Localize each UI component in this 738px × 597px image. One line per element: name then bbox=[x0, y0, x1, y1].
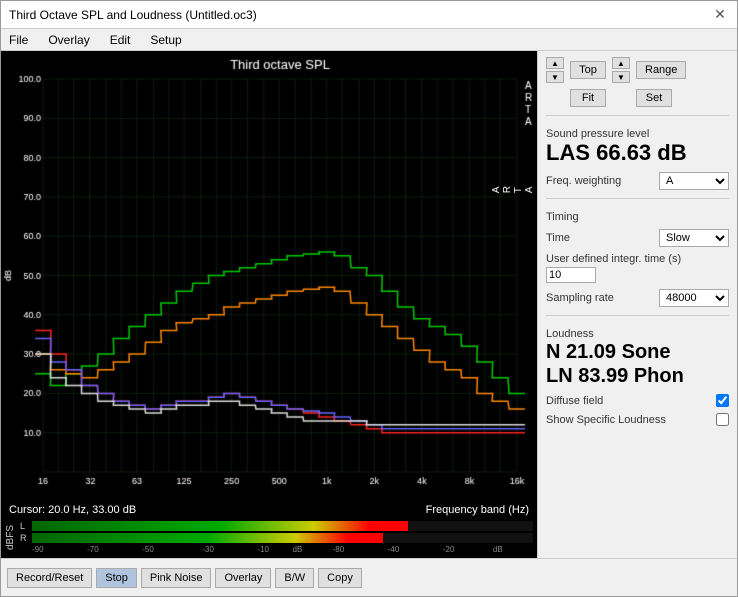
time-select[interactable]: Slow Fast Impulse bbox=[659, 229, 729, 247]
divider-3 bbox=[546, 315, 729, 316]
top-down-button[interactable]: ▼ bbox=[546, 71, 564, 83]
bottom-bar: Record/Reset Stop Pink Noise Overlay B/W… bbox=[1, 558, 737, 596]
arta-label: ARTA bbox=[491, 186, 535, 193]
diffuse-field-checkbox[interactable] bbox=[716, 394, 729, 407]
chart-footer: Cursor: 20.0 Hz, 33.00 dB Frequency band… bbox=[1, 502, 537, 518]
window-title: Third Octave SPL and Loudness (Untitled.… bbox=[9, 8, 257, 22]
close-button[interactable]: ✕ bbox=[711, 6, 729, 24]
spl-section-title: Sound pressure level bbox=[546, 128, 729, 140]
sampling-rate-row: Sampling rate 44100 48000 96000 bbox=[546, 289, 729, 307]
range-up-button[interactable]: ▲ bbox=[612, 57, 630, 69]
title-bar: Third Octave SPL and Loudness (Untitled.… bbox=[1, 1, 737, 29]
sampling-rate-select[interactable]: 44100 48000 96000 bbox=[659, 289, 729, 307]
dbfs-label: dBFS bbox=[5, 525, 16, 550]
diffuse-field-label: Diffuse field bbox=[546, 395, 603, 407]
freq-label: Frequency band (Hz) bbox=[426, 504, 529, 516]
overlay-button[interactable]: Overlay bbox=[215, 568, 271, 588]
set-button[interactable]: Set bbox=[636, 89, 672, 107]
l-channel-label: L bbox=[20, 521, 30, 531]
fit-set-row: Fit Set bbox=[546, 89, 729, 107]
range-control-group: ▲ ▼ bbox=[612, 57, 630, 83]
sidebar-top-controls: ▲ ▼ Top ▲ ▼ Range bbox=[546, 57, 729, 83]
divider-1 bbox=[546, 115, 729, 116]
freq-weighting-select[interactable]: A B C Z bbox=[659, 172, 729, 190]
bw-button[interactable]: B/W bbox=[275, 568, 314, 588]
show-specific-loudness-label: Show Specific Loudness bbox=[546, 414, 666, 426]
fit-button[interactable]: Fit bbox=[570, 89, 606, 107]
meter-ticks: -90 -70 -50 -30 -10 dB -80 -40 -20 dB bbox=[32, 545, 533, 555]
r-meter-fill bbox=[32, 533, 383, 543]
range-down-button[interactable]: ▼ bbox=[612, 71, 630, 83]
cursor-info: Cursor: 20.0 Hz, 33.00 dB bbox=[9, 504, 136, 516]
main-content: ARTA Cursor: 20.0 Hz, 33.00 dB Frequency… bbox=[1, 51, 737, 558]
diffuse-field-row: Diffuse field bbox=[546, 394, 729, 407]
timing-section: Timing bbox=[546, 207, 729, 223]
pink-noise-button[interactable]: Pink Noise bbox=[141, 568, 212, 588]
user-integr-row: User defined integr. time (s) bbox=[546, 253, 729, 283]
range-button[interactable]: Range bbox=[636, 61, 686, 79]
r-channel-label: R bbox=[20, 533, 30, 543]
menu-bar: File Overlay Edit Setup bbox=[1, 29, 737, 51]
loudness-section-title: Loudness bbox=[546, 328, 729, 340]
top-up-button[interactable]: ▲ bbox=[546, 57, 564, 69]
l-meter-bar bbox=[32, 521, 533, 531]
show-specific-loudness-row: Show Specific Loudness bbox=[546, 413, 729, 426]
copy-button[interactable]: Copy bbox=[318, 568, 362, 588]
stop-button[interactable]: Stop bbox=[96, 568, 137, 588]
chart-canvas bbox=[1, 51, 537, 502]
time-label: Time bbox=[546, 232, 570, 244]
top-control-group: ▲ ▼ bbox=[546, 57, 564, 83]
spl-value: LAS 66.63 dB bbox=[546, 140, 729, 166]
divider-2 bbox=[546, 198, 729, 199]
menu-overlay[interactable]: Overlay bbox=[44, 32, 93, 48]
timing-section-title: Timing bbox=[546, 211, 729, 223]
sampling-rate-label: Sampling rate bbox=[546, 292, 614, 304]
user-integr-label: User defined integr. time (s) bbox=[546, 253, 729, 265]
show-specific-loudness-checkbox[interactable] bbox=[716, 413, 729, 426]
main-window: Third Octave SPL and Loudness (Untitled.… bbox=[0, 0, 738, 597]
top-button[interactable]: Top bbox=[570, 61, 606, 79]
loudness-n-value: N 21.09 Sone bbox=[546, 340, 729, 364]
freq-weighting-label: Freq. weighting bbox=[546, 175, 621, 187]
menu-edit[interactable]: Edit bbox=[106, 32, 135, 48]
time-row: Time Slow Fast Impulse bbox=[546, 229, 729, 247]
sidebar: ▲ ▼ Top ▲ ▼ Range Fit Set Sound pressure bbox=[537, 51, 737, 558]
menu-setup[interactable]: Setup bbox=[146, 32, 185, 48]
loudness-section: Loudness N 21.09 Sone LN 83.99 Phon bbox=[546, 324, 729, 388]
record-reset-button[interactable]: Record/Reset bbox=[7, 568, 92, 588]
spl-section: Sound pressure level LAS 66.63 dB bbox=[546, 124, 729, 166]
l-meter-fill bbox=[32, 521, 408, 531]
loudness-ln-value: LN 83.99 Phon bbox=[546, 364, 729, 388]
r-meter-bar bbox=[32, 533, 533, 543]
user-integr-input[interactable] bbox=[546, 267, 596, 283]
freq-weighting-row: Freq. weighting A B C Z bbox=[546, 172, 729, 190]
menu-file[interactable]: File bbox=[5, 32, 32, 48]
chart-area: ARTA Cursor: 20.0 Hz, 33.00 dB Frequency… bbox=[1, 51, 537, 558]
